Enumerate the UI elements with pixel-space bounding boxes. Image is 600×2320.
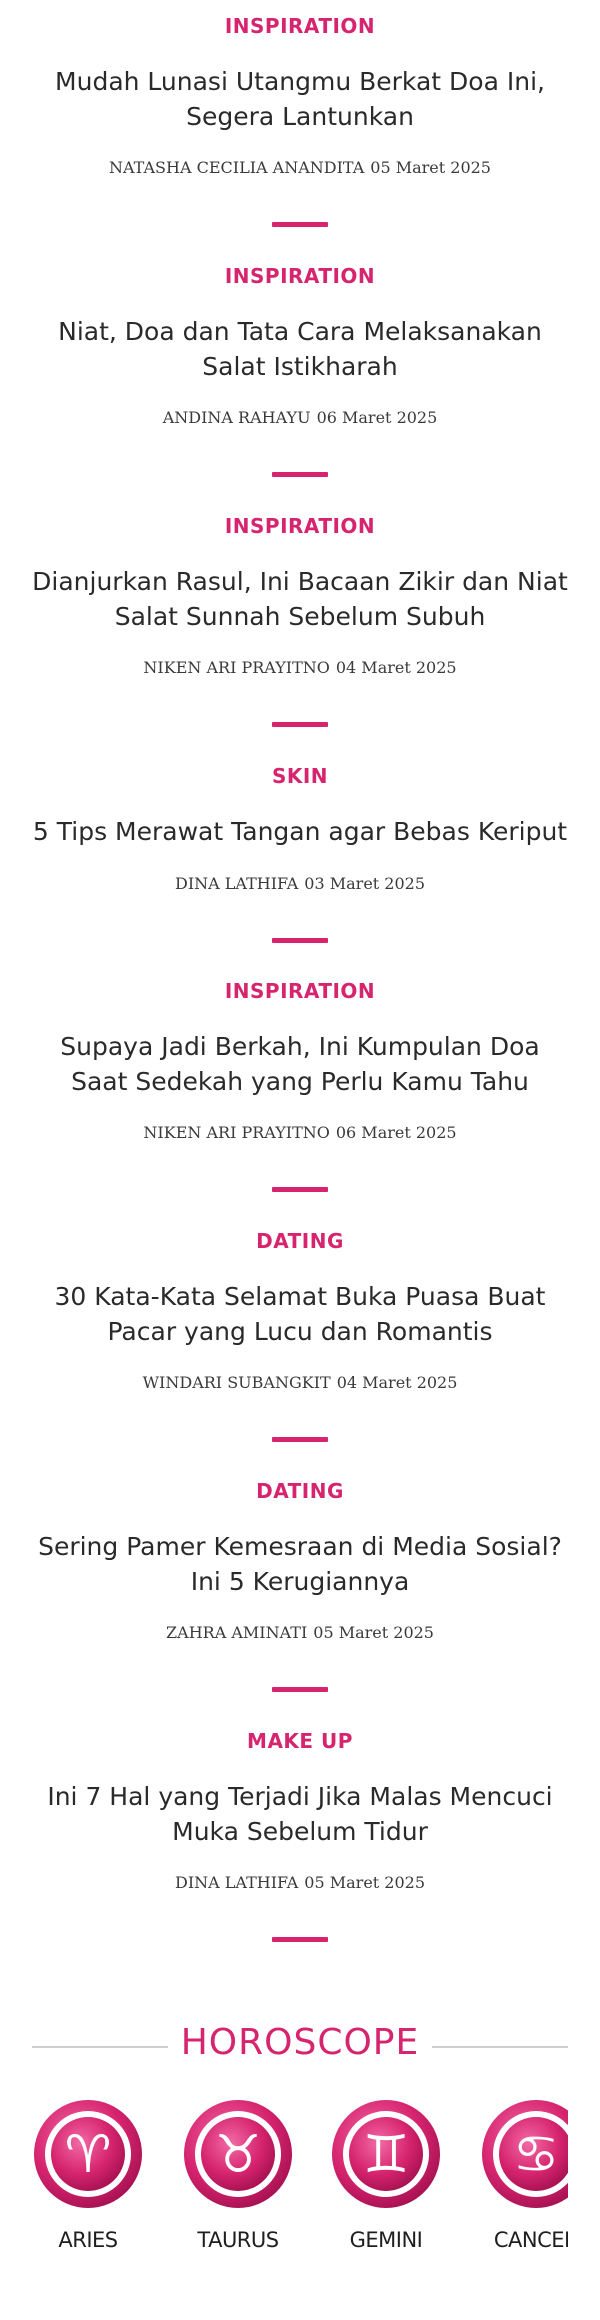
article-title[interactable]: 30 Kata-Kata Selamat Buka Puasa Buat Pac… — [30, 1279, 570, 1349]
taurus-icon: ♉ — [184, 2100, 292, 2208]
article-author[interactable]: WINDARI SUBANGKIT — [143, 1373, 331, 1392]
horoscope-section: HOROSCOPE ♈ ARIES ♉ TAURUS ♊ GEMINI ♋ CA… — [0, 1998, 600, 2320]
article-divider — [272, 722, 328, 727]
article-meta: DINA LATHIFA 05 Maret 2025 — [0, 1873, 600, 1892]
horoscope-rule-right — [432, 2046, 568, 2048]
horoscope-title: HOROSCOPE — [180, 2022, 420, 2063]
horoscope-header: HOROSCOPE — [0, 1998, 600, 2063]
article-category[interactable]: DATING — [0, 1479, 600, 1503]
zodiac-glyph: ♊ — [363, 2125, 410, 2185]
article-category[interactable]: INSPIRATION — [0, 514, 600, 538]
article-date: 04 Maret 2025 — [335, 658, 457, 677]
article-card: DATING Sering Pamer Kemesraan di Media S… — [0, 1465, 600, 1715]
zodiac-glyph: ♈ — [65, 2125, 112, 2185]
article-date: 03 Maret 2025 — [304, 874, 426, 893]
article-date: 05 Maret 2025 — [370, 158, 491, 177]
article-meta: NATASHA CECILIA ANANDITA 05 Maret 2025 — [0, 158, 600, 177]
article-author[interactable]: ZAHRA AMINATI — [166, 1623, 307, 1642]
zodiac-item-aries[interactable]: ♈ ARIES — [32, 2098, 144, 2298]
article-date: 05 Maret 2025 — [304, 1873, 426, 1892]
article-category[interactable]: INSPIRATION — [0, 264, 600, 288]
article-title[interactable]: Niat, Doa dan Tata Cara Melaksanakan Sal… — [30, 314, 570, 384]
article-date: 04 Maret 2025 — [336, 1373, 458, 1392]
zodiac-item-gemini[interactable]: ♊ GEMINI — [330, 2098, 442, 2298]
article-card: INSPIRATION Niat, Doa dan Tata Cara Mela… — [0, 250, 600, 500]
article-date: 05 Maret 2025 — [313, 1623, 434, 1642]
article-divider — [272, 938, 328, 943]
article-divider — [272, 1937, 328, 1942]
zodiac-name[interactable]: CANCER — [470, 2228, 568, 2252]
article-date: 06 Maret 2025 — [335, 1123, 457, 1142]
zodiac-item-taurus[interactable]: ♉ TAURUS — [182, 2098, 294, 2298]
article-divider — [272, 1187, 328, 1192]
article-category[interactable]: DATING — [0, 1229, 600, 1253]
article-category[interactable]: INSPIRATION — [0, 979, 600, 1003]
zodiac-name[interactable]: ARIES — [32, 2228, 154, 2252]
article-category[interactable]: SKIN — [0, 764, 600, 788]
article-card: MAKE UP Ini 7 Hal yang Terjadi Jika Mala… — [0, 1715, 600, 1965]
article-meta: NIKEN ARI PRAYITNO 04 Maret 2025 — [0, 658, 600, 677]
article-title[interactable]: Mudah Lunasi Utangmu Berkat Doa Ini, Seg… — [30, 64, 570, 134]
article-title[interactable]: 5 Tips Merawat Tangan agar Bebas Keriput — [30, 814, 570, 849]
article-card: DATING 30 Kata-Kata Selamat Buka Puasa B… — [0, 1215, 600, 1465]
article-meta: DINA LATHIFA 03 Maret 2025 — [0, 874, 600, 893]
article-category[interactable]: INSPIRATION — [0, 14, 600, 38]
article-meta: ANDINA RAHAYU 06 Maret 2025 — [0, 408, 600, 427]
article-author[interactable]: DINA LATHIFA — [175, 1873, 298, 1892]
cancer-icon: ♋ — [482, 2100, 568, 2208]
article-meta: WINDARI SUBANGKIT 04 Maret 2025 — [0, 1373, 600, 1392]
article-divider — [272, 472, 328, 477]
article-list: INSPIRATION Mudah Lunasi Utangmu Berkat … — [0, 0, 600, 1965]
article-date: 06 Maret 2025 — [316, 408, 438, 427]
article-author[interactable]: NIKEN ARI PRAYITNO — [143, 1123, 329, 1142]
article-card: SKIN 5 Tips Merawat Tangan agar Bebas Ke… — [0, 750, 600, 965]
article-title[interactable]: Dianjurkan Rasul, Ini Bacaan Zikir dan N… — [30, 564, 570, 634]
zodiac-glyph: ♉ — [215, 2125, 262, 2185]
article-category[interactable]: MAKE UP — [0, 1729, 600, 1753]
zodiac-name[interactable]: TAURUS — [172, 2228, 304, 2252]
zodiac-glyph: ♋ — [513, 2125, 560, 2185]
aries-icon: ♈ — [34, 2100, 142, 2208]
zodiac-item-cancer[interactable]: ♋ CANCER — [480, 2098, 568, 2298]
article-divider — [272, 1437, 328, 1442]
article-card: INSPIRATION Dianjurkan Rasul, Ini Bacaan… — [0, 500, 600, 750]
article-divider — [272, 222, 328, 227]
zodiac-name[interactable]: GEMINI — [320, 2228, 452, 2252]
article-author[interactable]: DINA LATHIFA — [175, 874, 298, 893]
article-author[interactable]: NIKEN ARI PRAYITNO — [143, 658, 329, 677]
article-meta: NIKEN ARI PRAYITNO 06 Maret 2025 — [0, 1123, 600, 1142]
article-card: INSPIRATION Supaya Jadi Berkah, Ini Kump… — [0, 965, 600, 1215]
article-title[interactable]: Supaya Jadi Berkah, Ini Kumpulan Doa Saa… — [30, 1029, 570, 1099]
article-author[interactable]: NATASHA CECILIA ANANDITA — [109, 158, 364, 177]
zodiac-carousel[interactable]: ♈ ARIES ♉ TAURUS ♊ GEMINI ♋ CANCE — [32, 2098, 568, 2298]
article-meta: ZAHRA AMINATI 05 Maret 2025 — [0, 1623, 600, 1642]
gemini-icon: ♊ — [332, 2100, 440, 2208]
article-author[interactable]: ANDINA RAHAYU — [163, 408, 311, 427]
article-title[interactable]: Sering Pamer Kemesraan di Media Sosial? … — [30, 1529, 570, 1599]
article-divider — [272, 1687, 328, 1692]
article-card: INSPIRATION Mudah Lunasi Utangmu Berkat … — [0, 0, 600, 250]
article-title[interactable]: Ini 7 Hal yang Terjadi Jika Malas Mencuc… — [30, 1779, 570, 1849]
